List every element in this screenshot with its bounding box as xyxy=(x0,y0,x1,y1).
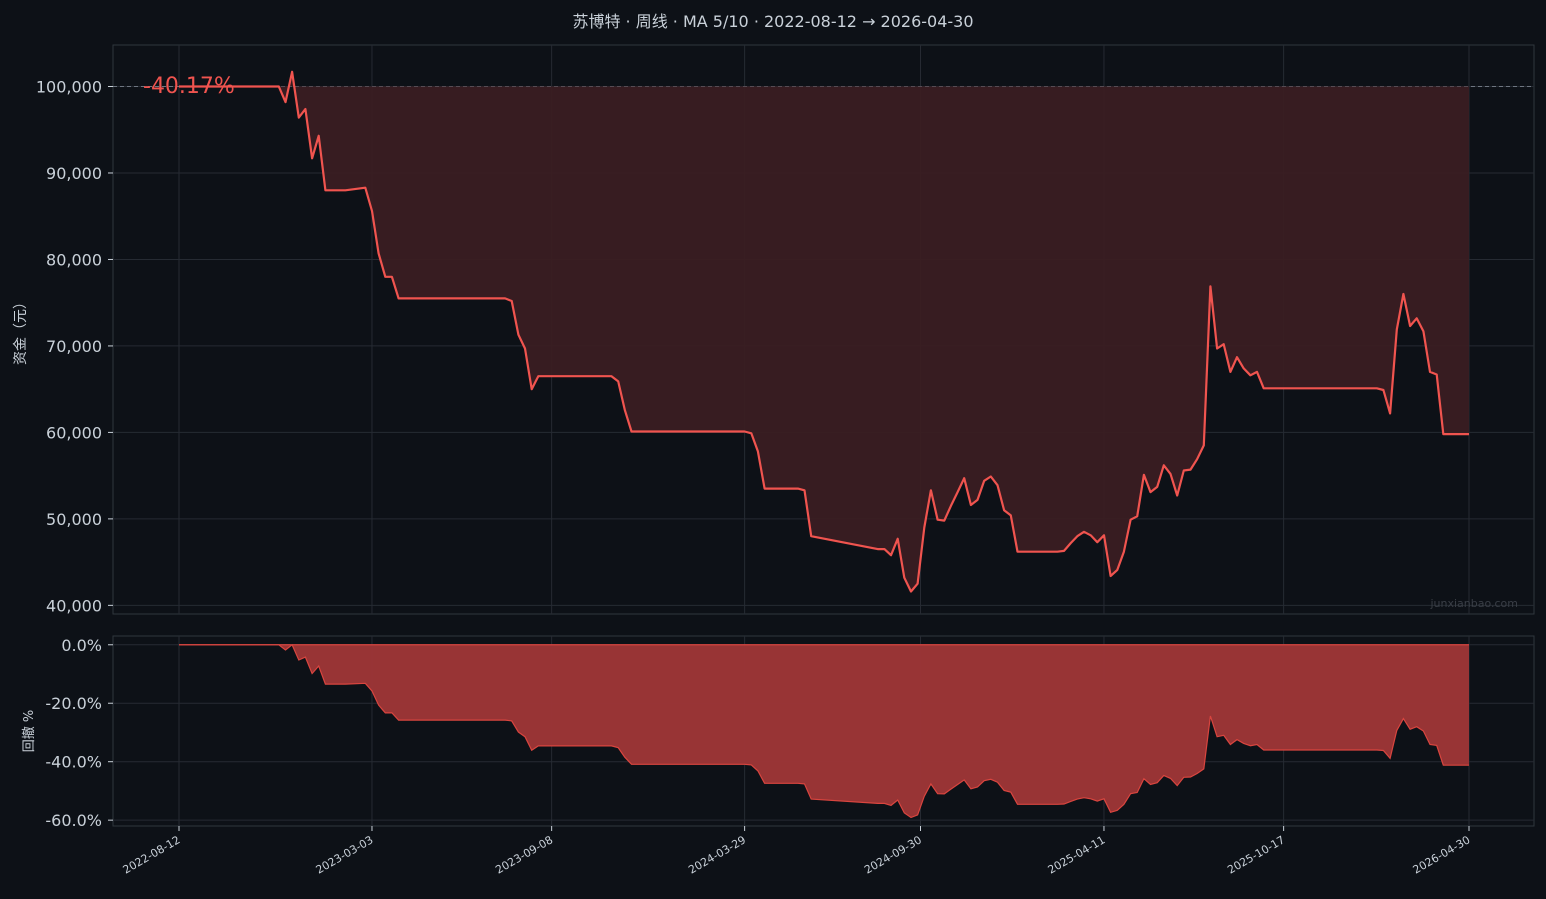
y-tick-label: 50,000 xyxy=(46,510,102,529)
y-tick-label: 90,000 xyxy=(46,164,102,183)
y-tick-label: 0.0% xyxy=(61,636,102,655)
y-tick-label: -20.0% xyxy=(45,694,102,713)
equity-panel: 40,000 50,000 60,000 70,000 80,000 90,000 100,… xyxy=(13,44,1535,615)
total-return-label: -40.17% xyxy=(143,74,235,99)
chart-title: 苏博特 · 周线 · MA 5/10 · 2022-08-12 → 2026-0… xyxy=(572,12,973,31)
chart-svg: 苏博特 · 周线 · MA 5/10 · 2022-08-12 → 2026-0… xyxy=(0,0,1546,895)
drawdown-y-axis-label: 回撤 % xyxy=(21,710,37,753)
y-tick-label: 40,000 xyxy=(46,596,102,615)
y-tick-label: 60,000 xyxy=(46,423,102,442)
y-tick-label: 80,000 xyxy=(46,250,102,269)
y-tick-label: -60.0% xyxy=(45,811,102,830)
watermark: junxianbao.com xyxy=(1429,597,1518,610)
y-tick-label: 100,000 xyxy=(36,78,102,97)
y-tick-label: 70,000 xyxy=(46,337,102,356)
y-tick-label: -40.0% xyxy=(45,753,102,772)
equity-y-axis-label: 资金（元） xyxy=(13,295,29,365)
chart-root: 苏博特 · 周线 · MA 5/10 · 2022-08-12 → 2026-0… xyxy=(0,0,1546,895)
